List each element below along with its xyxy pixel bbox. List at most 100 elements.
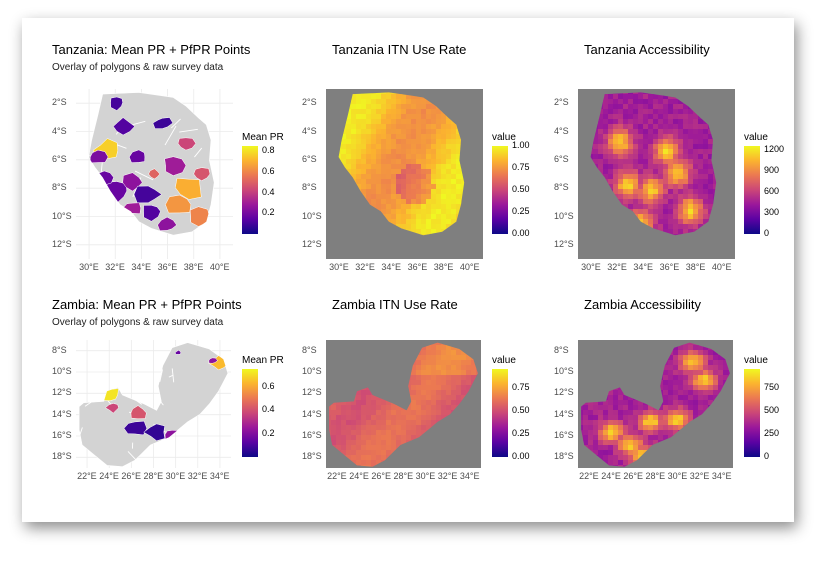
raster-cell xyxy=(411,179,417,185)
raster-cell xyxy=(688,365,694,371)
raster-cell xyxy=(411,184,417,190)
raster-cell xyxy=(366,430,372,436)
raster-cell xyxy=(673,139,679,145)
y-tick-label: 6°S xyxy=(302,153,317,164)
raster-cell xyxy=(698,124,704,130)
raster-cell xyxy=(618,184,624,190)
raster-cell xyxy=(356,139,362,145)
raster-cell xyxy=(366,435,372,441)
raster-cell xyxy=(708,179,714,185)
raster-cell xyxy=(688,179,694,185)
raster-cell xyxy=(396,214,402,220)
raster-cell xyxy=(401,209,407,215)
raster-cell xyxy=(371,400,377,406)
raster-cell xyxy=(658,415,664,421)
raster-cell xyxy=(391,124,397,130)
raster-cell xyxy=(658,149,664,155)
raster-cell xyxy=(371,159,377,165)
raster-cell xyxy=(618,104,624,110)
raster-cell xyxy=(688,355,694,361)
raster-cell xyxy=(673,380,679,386)
raster-cell xyxy=(356,455,362,461)
raster-cell xyxy=(608,169,614,175)
raster-cell xyxy=(376,420,382,426)
raster-cell xyxy=(426,184,432,190)
raster-cell xyxy=(653,194,659,200)
raster-cell xyxy=(623,410,629,416)
raster-cell xyxy=(658,104,664,110)
raster-cell xyxy=(628,204,634,210)
raster-cell xyxy=(351,124,357,130)
raster-cell xyxy=(608,124,614,130)
raster-cell xyxy=(678,350,684,356)
raster-cell xyxy=(381,204,387,210)
raster-cell xyxy=(668,139,674,145)
raster-cell xyxy=(351,149,357,155)
raster-cell xyxy=(376,425,382,431)
raster-cell xyxy=(371,99,377,105)
raster-cell xyxy=(361,455,367,461)
raster-cell xyxy=(608,395,614,401)
raster-cell xyxy=(456,375,462,381)
raster-cell xyxy=(698,119,704,125)
raster-cell xyxy=(633,99,639,105)
raster-cell xyxy=(411,104,417,110)
raster-cell xyxy=(366,415,372,421)
raster-cell xyxy=(426,154,432,160)
raster-cell xyxy=(698,169,704,175)
legend-tick-label: 500 xyxy=(764,404,780,415)
raster-cell xyxy=(668,380,674,386)
raster-cell xyxy=(451,199,457,205)
raster-cell xyxy=(431,345,437,351)
raster-cell xyxy=(628,159,634,165)
raster-cell xyxy=(376,109,382,115)
raster-cell xyxy=(688,415,694,421)
x-tick-label: 34°E xyxy=(209,471,230,481)
raster-cell xyxy=(653,109,659,115)
raster-cell xyxy=(426,405,432,411)
raster-cell xyxy=(411,154,417,160)
raster-cell xyxy=(623,400,629,406)
raster-cell xyxy=(421,209,427,215)
raster-cell xyxy=(396,104,402,110)
raster-cell xyxy=(376,189,382,195)
raster-cell xyxy=(658,169,664,175)
raster-cell xyxy=(593,139,599,145)
raster-cell xyxy=(356,94,362,100)
raster-cell xyxy=(456,360,462,366)
raster-cell xyxy=(371,179,377,185)
raster-cell xyxy=(648,209,654,215)
raster-cell xyxy=(376,164,382,170)
raster-cell xyxy=(336,420,342,426)
raster-cell xyxy=(618,445,624,451)
raster-cell xyxy=(421,149,427,155)
raster-cell xyxy=(381,174,387,180)
raster-cell xyxy=(623,199,629,205)
raster-cell xyxy=(446,350,452,356)
raster-cell xyxy=(416,390,422,396)
raster-cell xyxy=(608,164,614,170)
raster-cell xyxy=(436,154,442,160)
raster-cell xyxy=(406,99,412,105)
raster-cell xyxy=(663,159,669,165)
raster-cell xyxy=(703,355,709,361)
raster-cell xyxy=(623,139,629,145)
raster-cell xyxy=(683,219,689,225)
x-tick-label: 24°E xyxy=(349,471,369,481)
raster-cell xyxy=(431,174,437,180)
raster-cell xyxy=(623,169,629,175)
raster-cell xyxy=(376,199,382,205)
raster-cell xyxy=(461,365,467,371)
raster-cell xyxy=(386,194,392,200)
raster-cell xyxy=(593,154,599,160)
raster-cell xyxy=(371,119,377,125)
raster-cell xyxy=(441,164,447,170)
plot-area xyxy=(76,89,233,259)
raster-cell xyxy=(436,385,442,391)
raster-cell xyxy=(623,154,629,160)
raster-cell xyxy=(653,189,659,195)
raster-cell xyxy=(421,390,427,396)
y-tick-label: 6°S xyxy=(52,153,67,164)
raster-cell xyxy=(421,179,427,185)
raster-cell xyxy=(346,129,352,135)
